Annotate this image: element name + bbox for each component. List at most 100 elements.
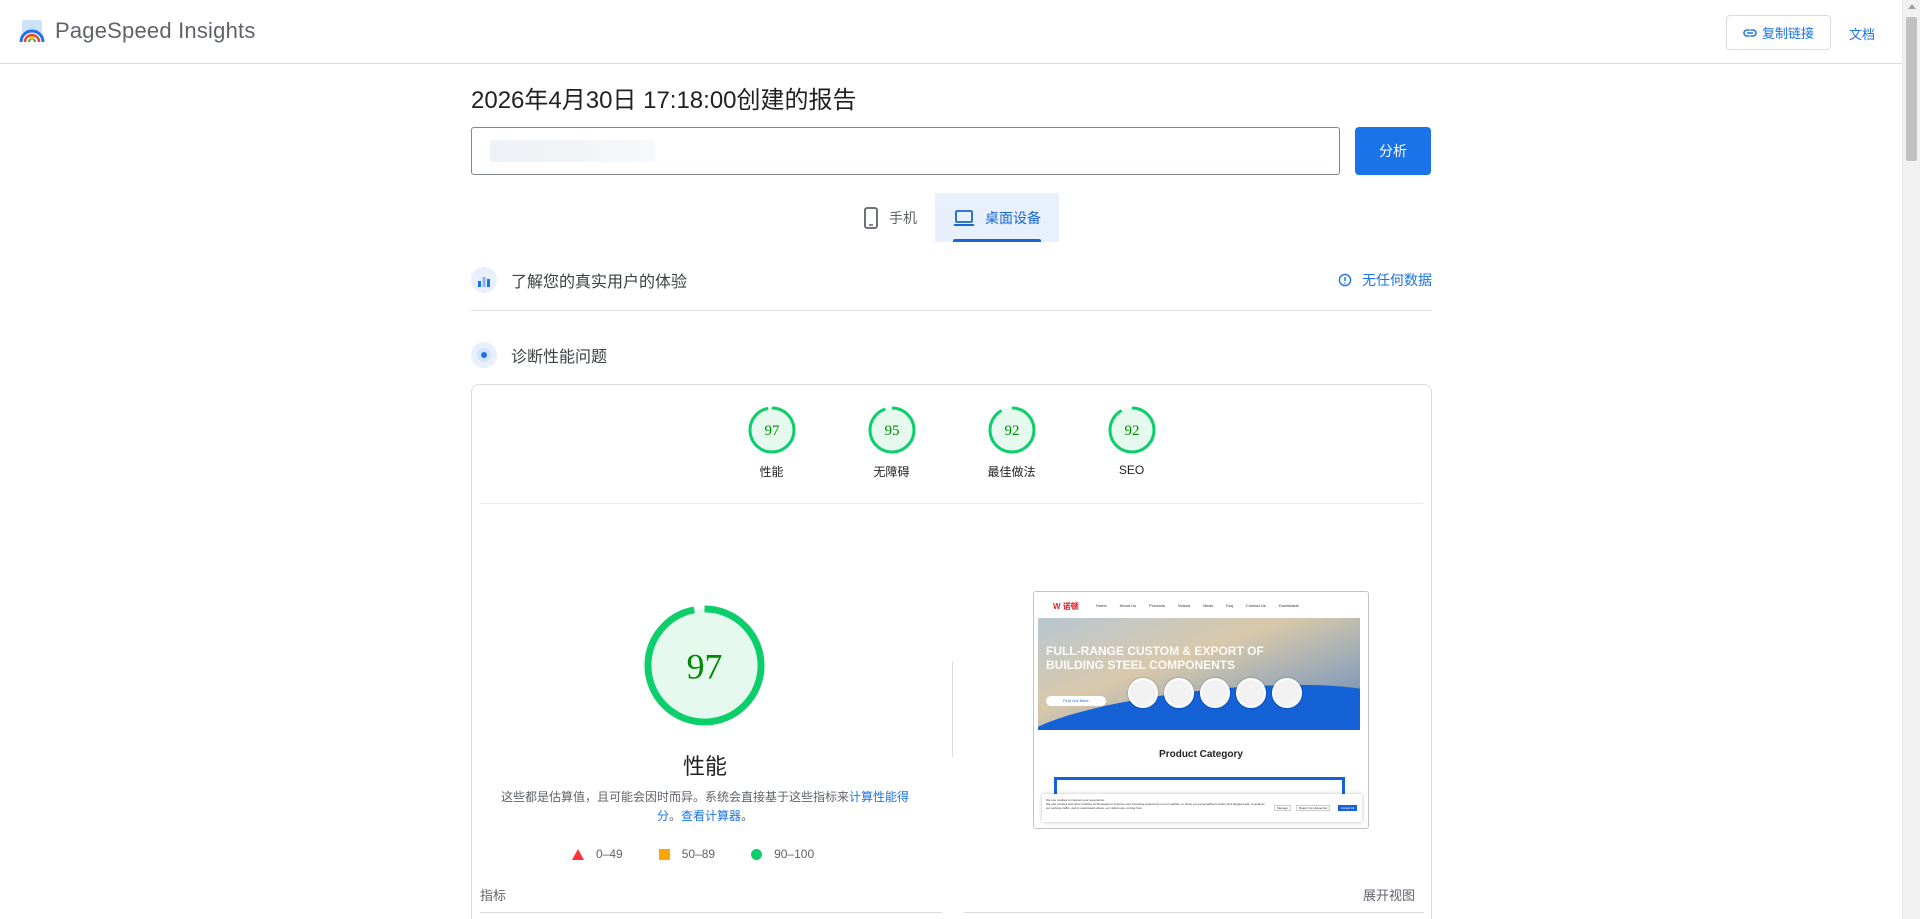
note-text: 这些都是估算值，且可能会因时而异。系统会直接基于这些指标来 xyxy=(500,790,849,804)
cookie-text: We use cookies and other tracking techno… xyxy=(1046,802,1265,810)
legend-average: 50–89 xyxy=(658,847,716,861)
steel-part-image xyxy=(1272,678,1302,708)
screenshot-menu-item: Videos xyxy=(1177,603,1191,608)
legend-range: 90–100 xyxy=(774,847,815,861)
info-icon xyxy=(1338,273,1352,287)
screenshot-menu-item: Home xyxy=(1096,603,1107,608)
no-data-label: 无任何数据 xyxy=(1362,272,1432,288)
screenshot-menu: Home About Us Products Videos News Faq C… xyxy=(1096,603,1299,608)
score-legend: 0–49 50–89 90–100 xyxy=(572,847,814,861)
note-separator: 。 xyxy=(668,809,681,823)
orange-square-icon xyxy=(658,848,670,860)
legend-range: 0–49 xyxy=(596,847,623,861)
red-triangle-icon xyxy=(572,848,584,860)
screenshot-cookie-banner: We use cookies to improve your experienc… xyxy=(1042,794,1362,822)
metrics-heading: 指标 xyxy=(480,888,507,903)
screenshot-headline: FULL-RANGE CUSTOM & EXPORT OF BUILDING S… xyxy=(1046,644,1264,672)
brand-name: PageSpeed Insights xyxy=(55,18,256,43)
steel-part-image xyxy=(1236,678,1266,708)
metrics-divider-right xyxy=(964,912,1424,913)
metrics-divider-left xyxy=(480,912,942,913)
svg-text:97: 97 xyxy=(764,423,780,439)
steel-part-image xyxy=(1164,678,1194,708)
no-data-link[interactable]: 无任何数据 xyxy=(1338,270,1432,290)
legend-pass: 90–100 xyxy=(751,847,814,861)
laptop-icon xyxy=(954,209,974,226)
section-divider xyxy=(471,310,1432,311)
final-screenshot[interactable]: W 诺顿 Home About Us Products Videos News … xyxy=(1033,591,1369,829)
gauge-best-practices[interactable]: 92 最佳做法 xyxy=(982,405,1042,480)
docs-link[interactable]: 文档 xyxy=(1849,24,1875,43)
scroll-thumb[interactable] xyxy=(1906,17,1917,161)
screenshot-menu-item: News xyxy=(1203,603,1214,608)
tab-mobile-label: 手机 xyxy=(889,209,917,226)
gauge-performance[interactable]: 97 性能 xyxy=(742,405,802,480)
screenshot-hero: FULL-RANGE CUSTOM & EXPORT OF BUILDING S… xyxy=(1038,618,1360,730)
headline-line: BUILDING STEEL COMPONENTS xyxy=(1046,658,1236,672)
screenshot-menu-item: Downloads xyxy=(1278,603,1299,608)
copy-link-button[interactable]: 复制链接 xyxy=(1726,15,1831,50)
legend-range: 50–89 xyxy=(681,847,716,861)
diagnose-section: 诊断性能问题 xyxy=(471,342,1432,368)
svg-text:92: 92 xyxy=(1004,423,1019,439)
expand-view-toggle[interactable]: 展开视图 xyxy=(1363,885,1415,904)
smartphone-icon xyxy=(864,206,878,229)
gauge-label: 性能 xyxy=(759,465,784,479)
score-gauge: 92 xyxy=(988,406,1035,454)
pagespeed-logo-icon xyxy=(19,20,45,43)
diagnose-label: 诊断性能问题 xyxy=(511,349,608,366)
gauge-seo[interactable]: 92 SEO xyxy=(1102,405,1162,480)
cookie-reject-button: Reject Non-Essential xyxy=(1296,805,1331,811)
steel-parts-row xyxy=(1128,678,1302,708)
copy-link-label: 复制链接 xyxy=(1761,26,1814,41)
performance-note: 这些都是估算值，且可能会因时而异。系统会直接基于这些指标来计算性能得分。查看计算… xyxy=(500,788,910,826)
screenshot-category-heading: Product Category xyxy=(1159,749,1243,760)
screenshot-menu-item: Products xyxy=(1149,603,1165,608)
screenshot-menu-item: Contact Us xyxy=(1246,603,1266,608)
screenshot-logo: W 诺顿 xyxy=(1053,602,1079,611)
link-icon xyxy=(1743,28,1757,37)
url-redacted-area xyxy=(490,140,655,162)
field-data-section: 了解您的真实用户的体验 无任何数据 xyxy=(471,267,1432,293)
report-title: 2026年4月30日 17:18:00创建的报告 xyxy=(471,87,857,114)
category-gauges: 97 性能 95 无障碍 92 最佳做法 92 SEO xyxy=(472,405,1431,480)
lighthouse-report-card: 97 性能 95 无障碍 92 最佳做法 92 SEO 97 性能 这些都是估算… xyxy=(471,384,1432,919)
crux-bar-chart-icon xyxy=(471,267,497,293)
analyze-button[interactable]: 分析 xyxy=(1355,127,1431,175)
device-tabs: 手机 桌面设备 xyxy=(845,193,1059,242)
lighthouse-diagnose-icon xyxy=(471,342,497,368)
screenshot-menu-item: Faq xyxy=(1226,603,1234,608)
performance-title: 性能 xyxy=(682,754,727,779)
steel-part-image xyxy=(1128,678,1158,708)
score-gauge: 92 xyxy=(1108,406,1155,454)
gauge-label: 无障碍 xyxy=(873,465,910,479)
svg-text:97: 97 xyxy=(687,646,723,686)
steel-part-image xyxy=(1200,678,1230,708)
score-gauge: 95 xyxy=(868,406,915,454)
cookie-manage-button: Manage xyxy=(1274,805,1291,811)
note-end: 。 xyxy=(741,809,754,823)
green-circle-icon xyxy=(751,848,763,860)
brand[interactable]: PageSpeed Insights xyxy=(19,18,256,44)
svg-text:92: 92 xyxy=(1124,423,1139,439)
svg-text:95: 95 xyxy=(884,423,899,439)
screenshot-nav: W 诺顿 Home About Us Products Videos News … xyxy=(1034,592,1368,618)
score-gauge: 97 xyxy=(748,406,795,454)
screenshot-menu-item: About Us xyxy=(1119,603,1137,608)
headline-line: FULL-RANGE CUSTOM & EXPORT OF xyxy=(1046,644,1264,658)
vertical-separator xyxy=(952,661,953,757)
gauge-label: SEO xyxy=(1118,463,1145,477)
scroll-up-arrow-icon[interactable] xyxy=(1908,4,1916,9)
top-app-bar: PageSpeed Insights 复制链接 文档 xyxy=(0,0,1902,64)
tab-desktop[interactable]: 桌面设备 xyxy=(935,193,1059,242)
screenshot-cta: Find Out More xyxy=(1046,696,1106,706)
performance-score-gauge: 97 xyxy=(644,605,765,726)
gauge-label: 最佳做法 xyxy=(987,465,1036,479)
tab-mobile[interactable]: 手机 xyxy=(845,193,935,242)
calculator-link[interactable]: 查看计算器 xyxy=(681,809,741,823)
cookie-accept-button: Accept All xyxy=(1338,805,1358,811)
gauge-accessibility[interactable]: 95 无障碍 xyxy=(862,405,922,480)
page-scrollbar[interactable] xyxy=(1902,0,1920,919)
tab-desktop-label: 桌面设备 xyxy=(985,209,1041,226)
legend-fail: 0–49 xyxy=(572,847,623,861)
